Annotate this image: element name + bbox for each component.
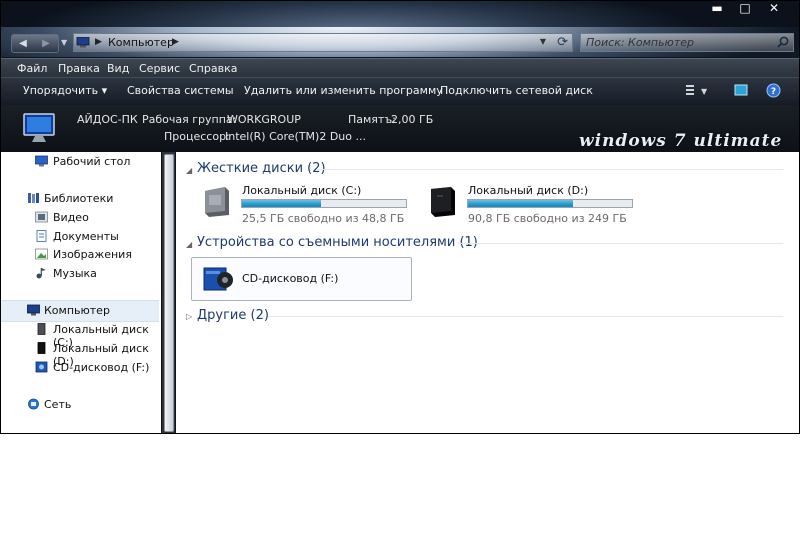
pictures-icon (35, 248, 48, 260)
minimize-button[interactable]: ▬ (705, 1, 729, 17)
forward-button[interactable]: ▶ (35, 35, 57, 52)
chevron-right-icon[interactable]: ▷ (186, 312, 192, 321)
scrollbar-thumb[interactable] (164, 154, 174, 432)
memory-label: Памятъ: (348, 113, 396, 126)
organize-button[interactable]: Упорядочить ▾ (23, 84, 107, 97)
group-divider (458, 243, 783, 244)
sidebar-item-cd-drive[interactable]: CD-дисковод (F:) (53, 361, 149, 374)
menu-help[interactable]: Справка (189, 62, 237, 75)
music-icon (36, 268, 46, 279)
breadcrumb-computer[interactable]: Компьютер (108, 36, 174, 49)
hard-drive-icon (37, 323, 46, 335)
desktop-icon (35, 155, 48, 167)
command-bar: Упорядочить ▾ Свойства системы Удалить и… (1, 77, 799, 106)
sidebar-item-documents[interactable]: Документы (53, 230, 119, 243)
view-dropdown-icon[interactable]: ▼ (701, 87, 707, 102)
title-bar: ▬ □ ✕ (1, 1, 799, 27)
address-bar[interactable]: ▶ Компьютер ▶ ▼ ⟳ (73, 33, 573, 52)
computer-name: АЙДОС-ПК (77, 113, 138, 126)
search-placeholder: Поиск: Компьютер (586, 36, 694, 49)
drive-c-usage-bar (241, 199, 407, 208)
processor-value: Intel(R) Core(TM)2 Duo ... (225, 130, 366, 143)
search-input[interactable]: Поиск: Компьютер (580, 33, 794, 52)
workgroup-label: Рабочая группа: (142, 113, 237, 126)
group-divider (318, 169, 783, 170)
computer-icon (23, 113, 55, 142)
back-button[interactable]: ◀ (12, 35, 34, 52)
computer-icon (27, 304, 40, 316)
sidebar-scrollbar[interactable] (161, 152, 175, 433)
sidebar-item-pictures[interactable]: Изображения (53, 248, 132, 261)
workgroup-value: WORKGROUP (227, 113, 301, 126)
nav-buttons: ◀ ▶ (11, 34, 59, 53)
organize-label: Упорядочить (23, 84, 99, 97)
group-hard-disks[interactable]: Жесткие диски (2) (197, 161, 326, 176)
menu-file[interactable]: Файл (17, 62, 47, 75)
chevron-down-icon[interactable]: ◢ (186, 166, 192, 175)
navigation-pane: Рабочий стол Библиотеки Видео Документы … (1, 152, 161, 433)
sidebar-item-video[interactable]: Видео (53, 211, 89, 224)
map-network-drive-button[interactable]: Подключить сетевой диск (440, 84, 593, 97)
group-divider (268, 316, 783, 317)
search-icon[interactable] (777, 36, 789, 48)
documents-icon (36, 230, 47, 242)
sidebar-item-desktop[interactable]: Рабочий стол (53, 155, 130, 168)
maximize-button[interactable]: □ (733, 1, 757, 17)
close-button[interactable]: ✕ (762, 1, 786, 17)
processor-label: Процессор: (164, 130, 230, 143)
drive-d-free-space: 90,8 ГБ свободно из 249 ГБ (468, 212, 627, 225)
cd-drive-tile[interactable]: CD-дисковод (F:) (191, 257, 412, 301)
menu-view[interactable]: Вид (107, 62, 129, 75)
cd-drive-icon (203, 267, 233, 291)
group-other[interactable]: Другие (2) (197, 308, 269, 323)
preview-pane-icon[interactable] (734, 83, 748, 98)
computer-icon (76, 37, 90, 48)
explorer-window: ▬ □ ✕ ◀ ▶ ▼ ▶ Компьютер ▶ ▼ ⟳ Поиск: Ком… (0, 0, 800, 434)
refresh-icon[interactable]: ⟳ (557, 35, 568, 50)
system-properties-button[interactable]: Свойства системы (127, 84, 234, 97)
video-icon (35, 211, 48, 223)
libraries-icon (28, 193, 39, 203)
hard-drive-icon (37, 342, 46, 354)
details-pane: АЙДОС-ПК Рабочая группа: WORKGROUP Памят… (1, 105, 799, 152)
uninstall-program-button[interactable]: Удалить или изменить программу (244, 84, 443, 97)
chevron-down-icon: ▾ (101, 84, 108, 97)
content-pane: ◢ Жесткие диски (2) Локальный диск (C:) … (176, 152, 799, 433)
breadcrumb-arrow-icon[interactable]: ▶ (172, 37, 179, 47)
sidebar-item-network[interactable]: Сеть (44, 398, 71, 411)
address-dropdown-icon[interactable]: ▼ (540, 37, 546, 46)
memory-value: 2,00 ГБ (391, 113, 434, 126)
hard-drive-icon[interactable] (199, 183, 235, 219)
recent-pages-dropdown[interactable]: ▼ (61, 34, 71, 51)
chevron-down-icon[interactable]: ◢ (186, 240, 192, 249)
drive-d-usage-bar (467, 199, 633, 208)
address-row: ◀ ▶ ▼ ▶ Компьютер ▶ ▼ ⟳ Поиск: Компьютер (1, 27, 799, 57)
sidebar-item-computer[interactable]: Компьютер (44, 304, 110, 317)
cd-drive-icon (35, 361, 48, 373)
cd-drive-name: CD-дисковод (F:) (242, 272, 339, 285)
drive-d-usage-fill (468, 200, 573, 207)
windows-brand-logo: windows 7 ultimate (579, 131, 783, 151)
drive-d-name[interactable]: Локальный диск (D:) (468, 184, 588, 197)
hard-drive-icon[interactable] (425, 183, 461, 219)
menu-edit[interactable]: Правка (58, 62, 100, 75)
drive-c-free-space: 25,5 ГБ свободно из 48,8 ГБ (242, 212, 405, 225)
svg-text:?: ? (771, 87, 776, 97)
menu-tools[interactable]: Сервис (139, 62, 180, 75)
sidebar-item-libraries[interactable]: Библиотеки (44, 192, 113, 205)
drive-c-usage-fill (242, 200, 321, 207)
view-options-icon[interactable] (685, 83, 697, 98)
network-icon (28, 398, 39, 410)
breadcrumb-arrow-icon[interactable]: ▶ (95, 37, 102, 47)
group-removable[interactable]: Устройства со съемными носителями (1) (197, 235, 478, 250)
drive-c-name[interactable]: Локальный диск (C:) (242, 184, 361, 197)
sidebar-item-music[interactable]: Музыка (53, 267, 97, 280)
help-icon[interactable]: ? (766, 83, 781, 98)
menu-bar: Файл Правка Вид Сервис Справка (1, 58, 799, 78)
